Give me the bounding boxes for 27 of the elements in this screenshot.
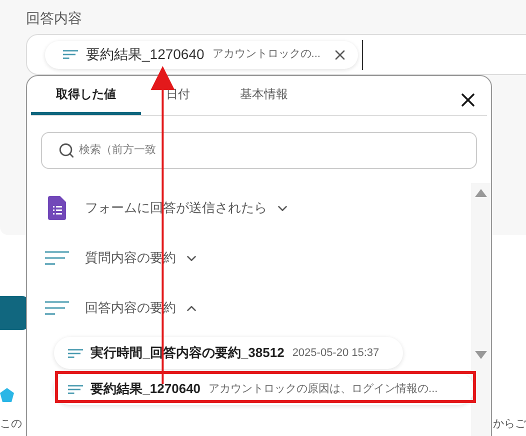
note-text: この (0, 417, 22, 432)
search-icon (58, 142, 75, 159)
text-lines-icon (68, 384, 83, 394)
search-field[interactable]: 検索（前方一致 (41, 132, 477, 169)
tab[interactable]: 取得した値 (31, 75, 141, 115)
text-lines-icon (45, 301, 69, 315)
chip-name: 要約結果_1270640 (86, 45, 204, 64)
item-name: 要約結果_1270640 (90, 380, 201, 398)
chip-preview: アカウントロックの... (212, 47, 320, 62)
value-item[interactable]: 要約結果_1270640 アカウントロックの原因は、ログイン情報の... (54, 373, 474, 405)
answer-field[interactable]: 要約結果_1270640 アカウントロックの... (26, 34, 526, 75)
form-document-icon (48, 196, 66, 220)
text-lines-icon (63, 50, 78, 59)
pentagon-icon (0, 388, 14, 402)
text-lines-icon (45, 251, 69, 265)
item-value: アカウントロックの原因は、ログイン情報の... (208, 382, 438, 397)
scroll-up-icon[interactable] (475, 189, 487, 197)
value-chip[interactable]: 要約結果_1270640 アカウントロックの... (45, 40, 358, 68)
item-value: 2025-05-20 15:37 (292, 346, 380, 361)
text-cursor (362, 40, 364, 70)
tab[interactable]: 基本情報 (215, 75, 313, 115)
field-label: 回答内容 (26, 9, 83, 28)
note-text: からご (493, 417, 526, 432)
search-input[interactable]: 検索（前方一致 (79, 142, 379, 159)
group-header[interactable]: フォームに回答が送信されたら (27, 183, 471, 233)
scroll-down-icon[interactable] (475, 351, 487, 359)
text-lines-icon (68, 348, 83, 358)
